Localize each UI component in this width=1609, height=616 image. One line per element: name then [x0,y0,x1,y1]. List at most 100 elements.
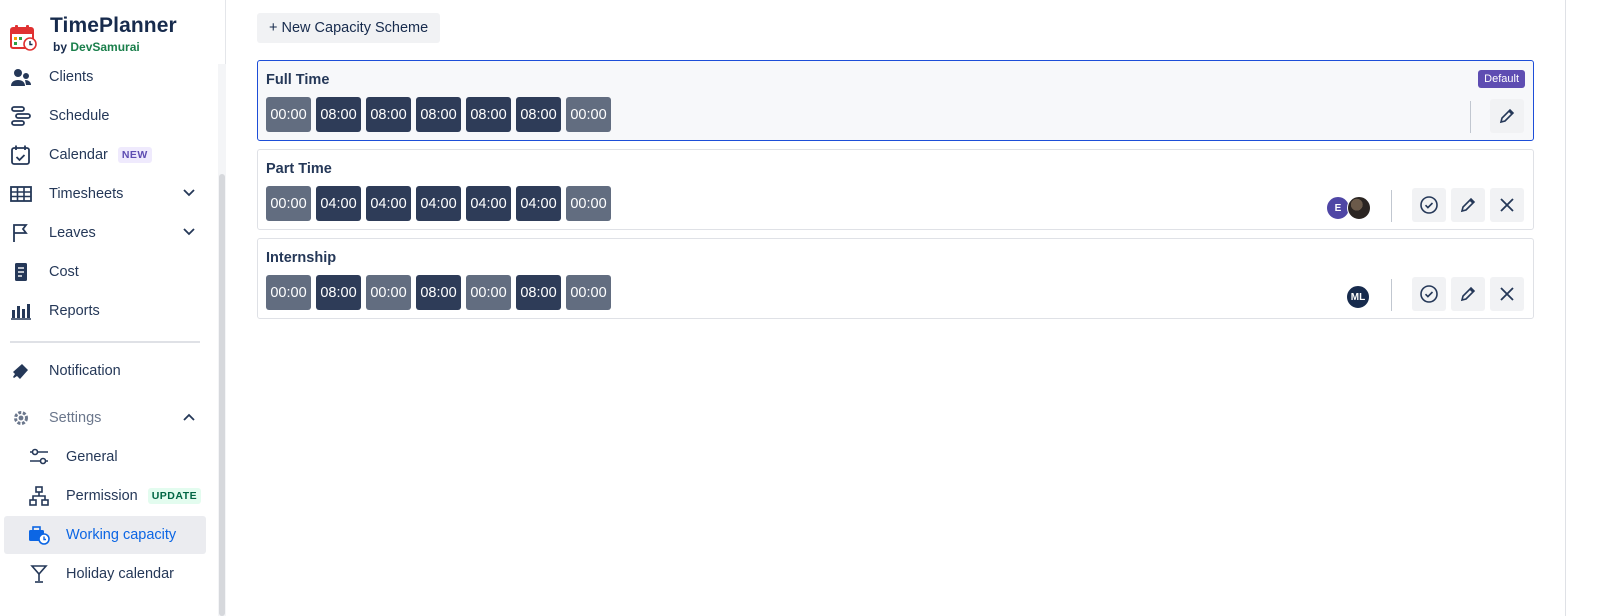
pencil-icon [1499,108,1515,124]
day-hours: 08:00 [516,275,561,310]
avatar[interactable]: ML [1346,285,1370,309]
scheme-name: Internship [266,250,337,266]
sidebar-item-label: General [66,449,118,465]
delete-button[interactable] [1490,188,1524,222]
day-hours: 00:00 [366,275,411,310]
sidebar-item-label: Timesheets [49,186,124,202]
edit-button[interactable] [1451,277,1485,311]
pencil-icon [1460,197,1476,213]
close-icon [1500,198,1514,212]
weekday-hours: 00:00 04:00 04:00 04:00 04:00 04:00 00:0… [266,186,611,221]
sidebar-item-label: Calendar [49,147,108,163]
calendar-icon [11,145,30,165]
pencil-icon [1460,286,1476,302]
sidebar-item-cost[interactable]: Cost [4,253,206,291]
day-hours: 00:00 [266,275,311,310]
sidebar-item-working-capacity[interactable]: Working capacity [4,516,206,554]
day-hours: 08:00 [316,275,361,310]
day-hours: 04:00 [366,186,411,221]
actions-divider [1391,190,1392,222]
logo[interactable]: TimePlanner by DevSamurai [8,12,218,60]
day-hours: 00:00 [566,275,611,310]
sidebar-item-holiday-calendar[interactable]: Holiday calendar [4,555,206,593]
sidebar-item-clients[interactable]: Clients [4,58,206,96]
sidebar-divider [10,341,200,343]
day-hours: 08:00 [516,97,561,132]
app-title: TimePlanner [50,14,177,37]
scheme-name: Full Time [266,72,330,88]
day-hours: 04:00 [416,186,461,221]
update-badge: UPDATE [147,488,202,504]
sidebar-scrollbar[interactable] [218,64,226,616]
scheme-card-full-time[interactable]: Full Time Default 00:00 08:00 08:00 08:0… [257,60,1534,141]
sidebar-item-reports[interactable]: Reports [4,292,206,330]
new-capacity-scheme-button[interactable]: + New Capacity Scheme [257,13,441,43]
delete-button[interactable] [1490,277,1524,311]
sidebar-item-schedule[interactable]: Schedule [4,97,206,135]
chevron-down-icon [183,228,195,236]
brand-name: DevSamurai [70,40,140,54]
scheme-name: Part Time [266,161,332,177]
sidebar-item-calendar[interactable]: Calendar NEW [4,136,206,174]
day-hours: 08:00 [416,97,461,132]
main-content: + New Capacity Scheme Full Time Default … [226,0,1609,616]
sidebar-item-label: Reports [49,303,100,319]
clients-icon [11,69,31,86]
sidebar-item-label: Working capacity [66,527,177,543]
chevron-up-icon [183,413,195,421]
sidebar-item-permission[interactable]: Permission UPDATE [4,477,206,515]
sidebar: TimePlanner by DevSamurai Clients Schedu… [0,0,226,616]
app-byline: by DevSamurai [53,40,140,54]
cocktail-icon [30,565,48,583]
flag-icon [13,224,28,242]
day-hours: 04:00 [466,186,511,221]
edit-button[interactable] [1490,99,1524,133]
gear-icon [14,411,28,425]
set-default-button[interactable] [1412,188,1446,222]
scheme-card-part-time[interactable]: Part Time 00:00 04:00 04:00 04:00 04:00 … [257,149,1534,230]
schedule-icon [11,106,31,126]
sliders-icon [30,448,48,465]
sidebar-item-label: Cost [49,264,79,280]
sidebar-item-label: Settings [49,410,102,426]
actions-divider [1470,101,1471,133]
bar-chart-icon [11,304,31,320]
day-hours: 08:00 [466,97,511,132]
page-scrollbar-edge [1565,0,1566,616]
default-badge: Default [1478,70,1525,88]
table-icon [10,186,32,202]
sidebar-scrollbar-thumb[interactable] [219,174,225,616]
scheme-card-internship[interactable]: Internship 00:00 08:00 00:00 08:00 00:00… [257,238,1534,319]
day-hours: 00:00 [566,186,611,221]
sidebar-item-label: Permission [66,488,138,504]
sidebar-item-general[interactable]: General [4,438,206,476]
day-hours: 04:00 [516,186,561,221]
check-circle-icon [1420,285,1438,303]
actions-divider [1391,279,1392,311]
sidebar-item-timesheets[interactable]: Timesheets [4,175,206,213]
set-default-button[interactable] [1412,277,1446,311]
sidebar-item-notification[interactable]: Notification [4,352,206,390]
app-window: TimePlanner by DevSamurai Clients Schedu… [0,0,1609,616]
briefcase-clock-icon [29,526,50,545]
day-hours: 08:00 [416,275,461,310]
sidebar-item-label: Notification [49,363,121,379]
chevron-down-icon [183,189,195,197]
receipt-icon [15,263,27,281]
hierarchy-icon [29,486,49,506]
sidebar-item-settings[interactable]: Settings [4,399,206,437]
sidebar-item-label: Leaves [49,225,96,241]
weekday-hours: 00:00 08:00 08:00 08:00 08:00 08:00 00:0… [266,97,611,132]
megaphone-icon [13,364,28,379]
day-hours: 08:00 [316,97,361,132]
day-hours: 00:00 [466,275,511,310]
sidebar-item-label: Holiday calendar [66,566,175,582]
sidebar-item-leaves[interactable]: Leaves [4,214,206,252]
day-hours: 08:00 [366,97,411,132]
avatar[interactable] [1347,196,1371,220]
weekday-hours: 00:00 08:00 00:00 08:00 00:00 08:00 00:0… [266,275,611,310]
new-badge: NEW [117,147,152,163]
close-icon [1500,287,1514,301]
day-hours: 00:00 [566,97,611,132]
edit-button[interactable] [1451,188,1485,222]
